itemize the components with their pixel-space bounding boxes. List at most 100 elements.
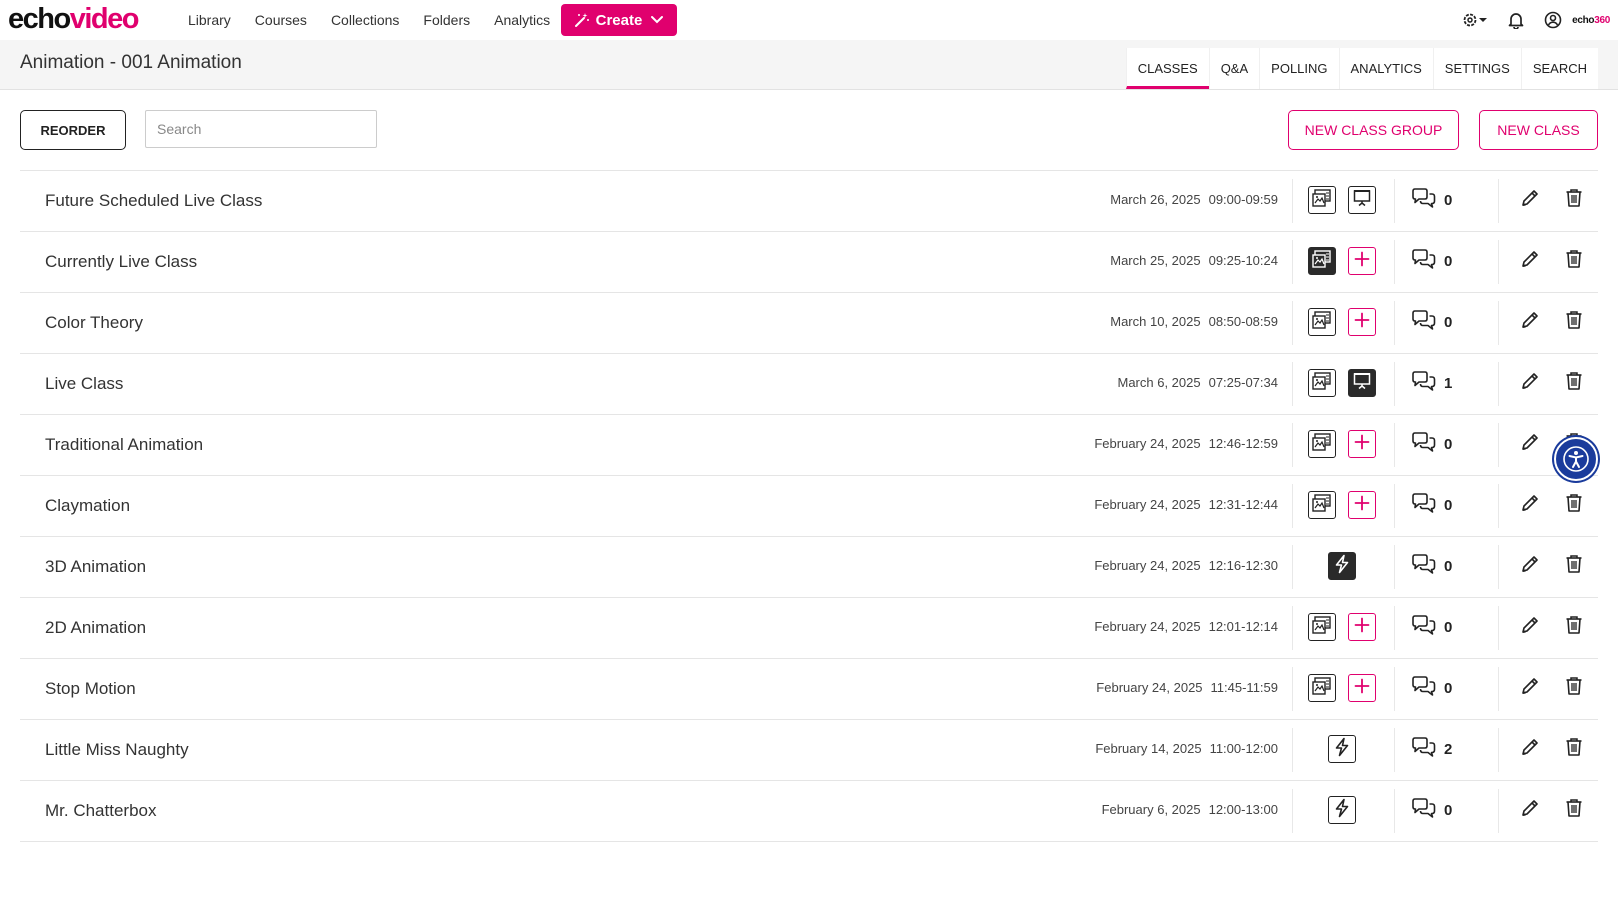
class-name[interactable]: Little Miss Naughty xyxy=(45,740,189,760)
qa-count-button[interactable]: 0 xyxy=(1411,188,1452,213)
delete-button[interactable] xyxy=(1565,737,1583,762)
class-name[interactable]: Traditional Animation xyxy=(45,435,203,455)
delete-button[interactable] xyxy=(1565,493,1583,518)
qa-count: 0 xyxy=(1444,436,1453,453)
nav-folders[interactable]: Folders xyxy=(423,12,470,28)
delete-button[interactable] xyxy=(1565,249,1583,274)
delete-button[interactable] xyxy=(1565,188,1583,213)
add-media-button[interactable] xyxy=(1348,430,1376,458)
edit-button[interactable] xyxy=(1520,249,1540,274)
class-name[interactable]: 3D Animation xyxy=(45,557,146,577)
add-media-button[interactable] xyxy=(1348,308,1376,336)
class-media-button[interactable] xyxy=(1308,491,1336,519)
plus-icon xyxy=(1354,617,1370,638)
tab-qa[interactable]: Q&A xyxy=(1208,48,1260,89)
edit-button[interactable] xyxy=(1520,615,1540,640)
class-name[interactable]: Currently Live Class xyxy=(45,252,197,272)
add-media-button[interactable] xyxy=(1348,613,1376,641)
class-media-button[interactable] xyxy=(1308,308,1336,336)
class-media-button[interactable] xyxy=(1308,613,1336,641)
tab-polling[interactable]: POLLING xyxy=(1259,48,1339,89)
delete-button[interactable] xyxy=(1565,798,1583,823)
qa-count-button[interactable]: 0 xyxy=(1411,554,1452,579)
column-divider xyxy=(1394,301,1395,345)
column-divider xyxy=(1394,789,1395,833)
notifications-button[interactable] xyxy=(1508,11,1524,29)
class-media-button[interactable] xyxy=(1308,674,1336,702)
chat-bubbles-icon xyxy=(1411,310,1437,335)
account-button[interactable] xyxy=(1544,11,1562,29)
class-presentation-button[interactable] xyxy=(1348,369,1376,397)
class-media-button[interactable] xyxy=(1328,796,1356,824)
slides-icon xyxy=(1312,432,1332,456)
delete-button[interactable] xyxy=(1565,310,1583,335)
qa-count-button[interactable]: 0 xyxy=(1411,798,1452,823)
echovideo-logo[interactable]: echovideo xyxy=(8,4,139,34)
add-media-button[interactable] xyxy=(1348,491,1376,519)
class-row: Live Class March 6, 2025 07:25-07:34 1 xyxy=(20,354,1598,415)
nav-library[interactable]: Library xyxy=(188,12,231,28)
tab-settings[interactable]: SETTINGS xyxy=(1432,48,1521,89)
pencil-icon xyxy=(1520,312,1540,334)
class-name[interactable]: Mr. Chatterbox xyxy=(45,801,157,821)
caret-down-icon xyxy=(1479,18,1488,22)
delete-button[interactable] xyxy=(1565,615,1583,640)
class-media-button[interactable] xyxy=(1308,186,1336,214)
qa-count-button[interactable]: 0 xyxy=(1411,615,1452,640)
accessibility-button[interactable] xyxy=(1554,437,1598,481)
chat-bubbles-icon xyxy=(1411,371,1437,396)
class-datetime: March 25, 2025 09:25-10:24 xyxy=(1110,253,1278,268)
qa-count-button[interactable]: 0 xyxy=(1411,249,1452,274)
class-media-button[interactable] xyxy=(1328,552,1356,580)
qa-count-button[interactable]: 2 xyxy=(1411,737,1452,762)
delete-button[interactable] xyxy=(1565,371,1583,396)
edit-button[interactable] xyxy=(1520,310,1540,335)
class-presentation-button[interactable] xyxy=(1348,186,1376,214)
new-class-button[interactable]: NEW CLASS xyxy=(1479,110,1598,150)
add-media-button[interactable] xyxy=(1348,674,1376,702)
slides-icon xyxy=(1312,493,1332,517)
edit-button[interactable] xyxy=(1520,798,1540,823)
tab-analytics[interactable]: ANALYTICS xyxy=(1338,48,1433,89)
search-input[interactable] xyxy=(145,110,377,148)
tab-search[interactable]: SEARCH xyxy=(1520,48,1598,89)
add-media-button[interactable] xyxy=(1348,247,1376,275)
class-time: 12:31-12:44 xyxy=(1208,497,1278,512)
delete-button[interactable] xyxy=(1565,676,1583,701)
nav-courses[interactable]: Courses xyxy=(255,12,307,28)
class-media-button[interactable] xyxy=(1328,735,1356,763)
trash-icon xyxy=(1565,616,1583,639)
class-name[interactable]: Live Class xyxy=(45,374,123,394)
nav-analytics[interactable]: Analytics xyxy=(494,12,550,28)
class-name[interactable]: Stop Motion xyxy=(45,679,136,699)
edit-button[interactable] xyxy=(1520,676,1540,701)
edit-button[interactable] xyxy=(1520,554,1540,579)
tab-classes[interactable]: CLASSES xyxy=(1125,48,1209,89)
edit-button[interactable] xyxy=(1520,371,1540,396)
reorder-button[interactable]: REORDER xyxy=(20,110,126,150)
create-button[interactable]: Create xyxy=(561,4,677,36)
new-class-group-button[interactable]: NEW CLASS GROUP xyxy=(1288,110,1459,150)
edit-button[interactable] xyxy=(1520,432,1540,457)
class-date: March 6, 2025 xyxy=(1117,375,1201,390)
edit-button[interactable] xyxy=(1520,737,1540,762)
class-media-button[interactable] xyxy=(1308,247,1336,275)
qa-count-button[interactable]: 0 xyxy=(1411,432,1452,457)
class-name[interactable]: Claymation xyxy=(45,496,130,516)
class-name[interactable]: 2D Animation xyxy=(45,618,146,638)
class-media-button[interactable] xyxy=(1308,369,1336,397)
edit-button[interactable] xyxy=(1520,188,1540,213)
qa-count-button[interactable]: 1 xyxy=(1411,371,1452,396)
qa-count-button[interactable]: 0 xyxy=(1411,310,1452,335)
class-name[interactable]: Future Scheduled Live Class xyxy=(45,191,262,211)
class-name[interactable]: Color Theory xyxy=(45,313,143,333)
qa-count-button[interactable]: 0 xyxy=(1411,493,1452,518)
qa-count-button[interactable]: 0 xyxy=(1411,676,1452,701)
delete-button[interactable] xyxy=(1565,554,1583,579)
edit-button[interactable] xyxy=(1520,493,1540,518)
class-media-button[interactable] xyxy=(1308,430,1336,458)
nav-collections[interactable]: Collections xyxy=(331,12,399,28)
column-divider xyxy=(1292,423,1293,467)
settings-menu[interactable] xyxy=(1462,12,1488,28)
class-time: 12:46-12:59 xyxy=(1208,436,1278,451)
